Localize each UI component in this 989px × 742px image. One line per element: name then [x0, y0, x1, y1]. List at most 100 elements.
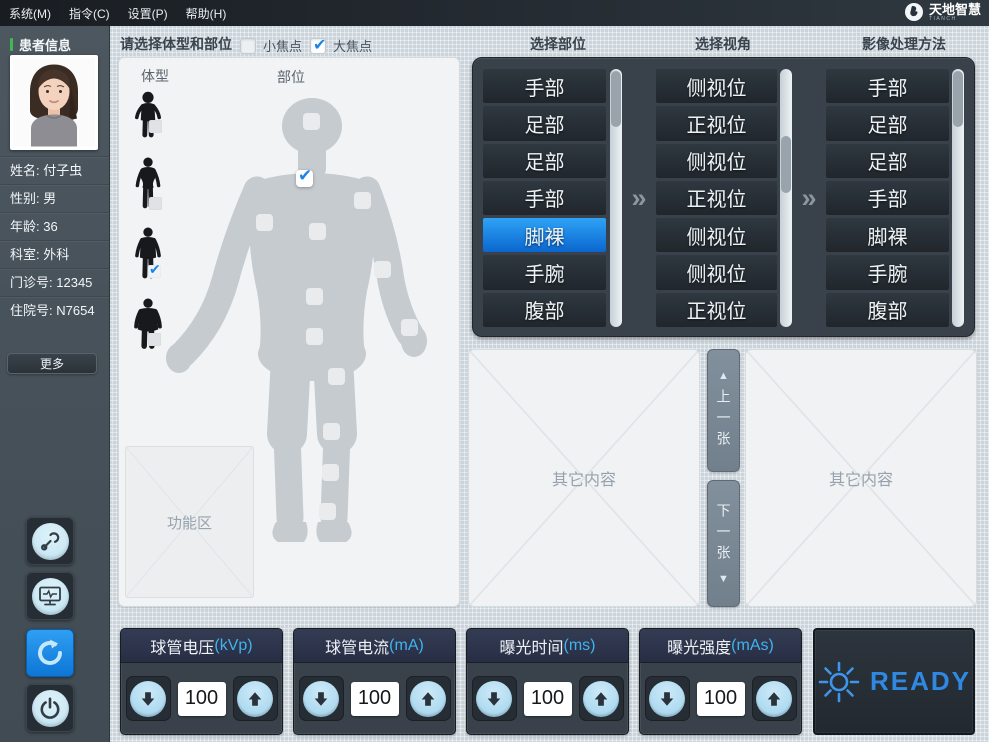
more-button[interactable]: 更多 — [7, 353, 97, 374]
function-area-label: 功能区 — [167, 512, 212, 533]
power-icon — [32, 690, 69, 727]
content-viewer-left: 其它内容 — [468, 349, 700, 607]
body-point-chest-left-checkbox[interactable] — [296, 170, 313, 187]
list-item[interactable]: 手腕 — [483, 255, 606, 289]
increase-button[interactable] — [233, 676, 278, 721]
scrollbar-thumb[interactable] — [953, 71, 963, 127]
arrow-up-icon: ▲ — [718, 370, 729, 382]
patient-photo — [10, 55, 98, 150]
list-item[interactable]: 手部 — [826, 181, 949, 215]
body-point-knee-checkbox[interactable] — [328, 368, 345, 385]
previous-image-button[interactable]: ▲ 上一张 — [707, 349, 740, 472]
list-item[interactable]: 正视位 — [656, 293, 777, 327]
list-item[interactable]: 腹部 — [826, 293, 949, 327]
arrow-up-icon — [237, 681, 273, 717]
power-button[interactable] — [26, 684, 74, 732]
field-name: 姓名: 付子虫 — [0, 156, 110, 184]
body-point-right-hand-checkbox[interactable] — [401, 319, 418, 336]
list-item[interactable]: 手部 — [826, 69, 949, 103]
list-item[interactable]: 侧视位 — [656, 69, 777, 103]
wrench-tool-button[interactable] — [26, 517, 74, 565]
list-item[interactable]: 足部 — [826, 106, 949, 140]
large-focus-label: 大焦点 — [333, 36, 372, 55]
list-item[interactable]: 手部 — [483, 69, 606, 103]
list-item[interactable]: 正视位 — [656, 106, 777, 140]
list-item[interactable]: 足部 — [483, 144, 606, 178]
wrench-icon — [32, 523, 69, 560]
body-type-large-checkbox[interactable] — [148, 333, 161, 346]
exposure-time-card: 曝光时间(ms) 100 — [466, 628, 629, 735]
list-item[interactable]: 手部 — [483, 181, 606, 215]
unit-label: (ms) — [564, 637, 596, 655]
list-item[interactable]: 侧视位 — [656, 144, 777, 178]
selection-lists-container: 手部 足部 足部 手部 脚裸 手腕 腹部 » 侧视位 正视位 侧视位 正视位 侧… — [472, 57, 975, 337]
increase-button[interactable] — [752, 676, 797, 721]
previous-image-label: 上一张 — [714, 389, 734, 452]
increase-button[interactable] — [406, 676, 451, 721]
menu-settings[interactable]: 设置(P) — [119, 0, 177, 26]
decrease-button[interactable] — [645, 676, 690, 721]
exposure-intensity-value[interactable]: 100 — [697, 682, 745, 716]
body-part-list: 手部 足部 足部 手部 脚裸 手腕 腹部 — [483, 69, 606, 327]
patient-fields: 姓名: 付子虫 性别: 男 年龄: 36 科室: 外科 门诊号: 12345 住… — [0, 156, 110, 324]
menu-system[interactable]: 系统(M) — [0, 0, 60, 26]
patient-portrait — [13, 58, 95, 147]
list-item[interactable]: 脚裸 — [826, 218, 949, 252]
body-point-shin-checkbox[interactable] — [323, 423, 340, 440]
list-item[interactable]: 腹部 — [483, 293, 606, 327]
brand-logo: 天地智慧 TIANCH — [904, 2, 981, 22]
reset-button[interactable] — [26, 629, 74, 677]
body-type-adult-checkbox[interactable] — [148, 265, 161, 278]
tube-voltage-value[interactable]: 100 — [178, 682, 226, 716]
list-item[interactable]: 正视位 — [656, 181, 777, 215]
large-focus-checkbox[interactable] — [310, 38, 326, 54]
list-item[interactable]: 侧视位 — [656, 218, 777, 252]
body-point-ankle-checkbox[interactable] — [319, 503, 336, 520]
view-angle-list: 侧视位 正视位 侧视位 正视位 侧视位 侧视位 正视位 — [656, 69, 777, 327]
tube-current-card: 球管电流(mA) 100 — [293, 628, 456, 735]
monitor-diagnostics-button[interactable] — [26, 572, 74, 620]
list-item[interactable]: 足部 — [483, 106, 606, 140]
large-focus-option[interactable]: 大焦点 — [310, 36, 372, 55]
field-outpatient-no: 门诊号: 12345 — [0, 268, 110, 296]
body-point-right-shoulder-checkbox[interactable] — [354, 192, 371, 209]
decrease-button[interactable] — [299, 676, 344, 721]
scrollbar-thumb[interactable] — [781, 136, 791, 193]
list-item[interactable]: 手腕 — [826, 255, 949, 289]
list-item[interactable]: 侧视位 — [656, 255, 777, 289]
body-type-slim-female-checkbox[interactable] — [149, 197, 162, 210]
field-age: 年龄: 36 — [0, 212, 110, 240]
decrease-button[interactable] — [126, 676, 171, 721]
body-point-chest-checkbox[interactable] — [309, 223, 326, 240]
arrow-down-icon — [303, 681, 339, 717]
image-processing-scrollbar[interactable] — [952, 69, 964, 327]
field-gender: 性别: 男 — [0, 184, 110, 212]
list-item-selected[interactable]: 脚裸 — [483, 218, 606, 252]
next-image-button[interactable]: 下一张 ▼ — [707, 480, 740, 607]
exposure-time-value[interactable]: 100 — [524, 682, 572, 716]
tube-current-value[interactable]: 100 — [351, 682, 399, 716]
increase-button[interactable] — [579, 676, 624, 721]
ready-button[interactable]: READY — [813, 628, 975, 735]
menu-help[interactable]: 帮助(H) — [177, 0, 236, 26]
body-part-scrollbar[interactable] — [610, 69, 622, 327]
scrollbar-thumb[interactable] — [611, 71, 621, 127]
body-point-abdomen-checkbox[interactable] — [306, 288, 323, 305]
menu-command[interactable]: 指令(C) — [60, 0, 119, 26]
patient-sidebar: 患者信息 姓名: 付子虫 性别: 男 年龄: 36 — [0, 26, 110, 742]
chevron-separator-icon: » — [793, 58, 825, 338]
view-angle-scrollbar[interactable] — [780, 69, 792, 327]
body-point-pelvis-checkbox[interactable] — [306, 328, 323, 345]
next-image-label: 下一张 — [714, 503, 734, 566]
body-point-head-checkbox[interactable] — [303, 113, 320, 130]
list-item[interactable]: 足部 — [826, 144, 949, 178]
body-type-child-checkbox[interactable] — [149, 120, 162, 133]
unit-label: (kVp) — [214, 637, 252, 655]
exposure-intensity-card: 曝光强度(mAs) 100 — [639, 628, 802, 735]
small-focus-checkbox[interactable] — [240, 38, 256, 54]
small-focus-option[interactable]: 小焦点 — [240, 36, 302, 55]
body-point-right-elbow-checkbox[interactable] — [374, 261, 391, 278]
body-point-left-shoulder-checkbox[interactable] — [256, 214, 273, 231]
decrease-button[interactable] — [472, 676, 517, 721]
body-point-lower-shin-checkbox[interactable] — [322, 464, 339, 481]
